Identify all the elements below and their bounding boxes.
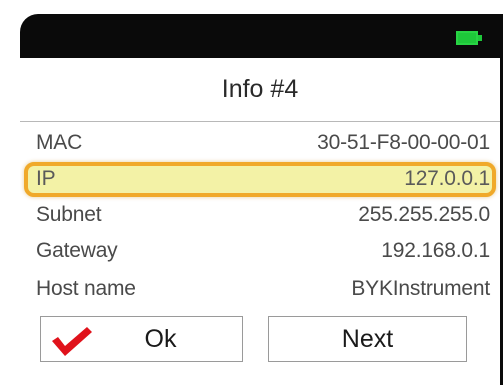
checkmark-icon bbox=[52, 327, 92, 356]
gateway-row: Gateway 192.168.0.1 bbox=[36, 236, 490, 266]
subnet-value: 255.255.255.0 bbox=[358, 203, 490, 226]
mac-value: 30-51-F8-00-00-01 bbox=[317, 131, 490, 154]
status-bar bbox=[20, 14, 503, 58]
gateway-label: Gateway bbox=[36, 239, 118, 262]
info-screen: Info #4 MAC 30-51-F8-00-00-01 IP 127.0.0… bbox=[20, 58, 500, 385]
battery-tip bbox=[478, 35, 482, 41]
next-button-label: Next bbox=[341, 324, 394, 353]
title-divider bbox=[20, 121, 500, 122]
device-frame: Info #4 MAC 30-51-F8-00-00-01 IP 127.0.0… bbox=[20, 14, 503, 385]
next-button[interactable]: Next bbox=[268, 316, 467, 362]
subnet-label: Subnet bbox=[36, 203, 102, 226]
ip-row: IP 127.0.0.1 bbox=[36, 164, 490, 194]
mac-label: MAC bbox=[36, 131, 83, 154]
ip-value: 127.0.0.1 bbox=[404, 167, 490, 190]
host-name-value: BYKInstrument bbox=[351, 277, 490, 300]
battery-icon bbox=[456, 31, 478, 45]
host-name-row: Host name BYKInstrument bbox=[36, 274, 490, 304]
mac-row: MAC 30-51-F8-00-00-01 bbox=[36, 128, 490, 158]
ok-button-label: Ok bbox=[144, 324, 177, 353]
ip-label: IP bbox=[36, 167, 56, 190]
page-title: Info #4 bbox=[221, 75, 299, 103]
ok-button[interactable]: Ok bbox=[40, 316, 243, 362]
subnet-row: Subnet 255.255.255.0 bbox=[36, 200, 490, 230]
gateway-value: 192.168.0.1 bbox=[381, 239, 490, 262]
host-name-label: Host name bbox=[36, 277, 136, 300]
